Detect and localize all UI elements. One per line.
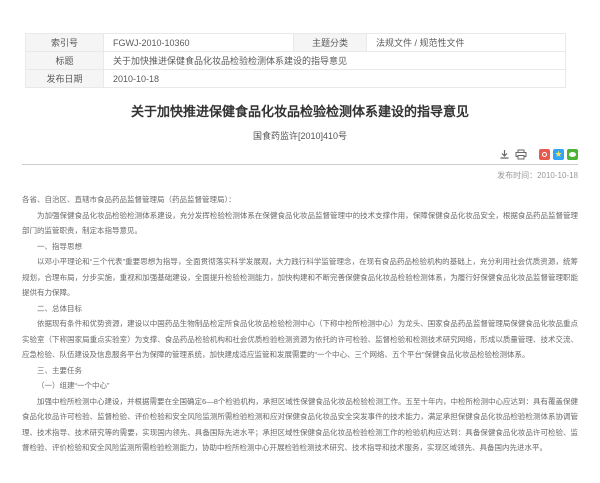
publish-time: 发布时间：2010-10-18: [22, 170, 578, 181]
subsection-heading: （一）组建“一个中心”: [22, 378, 578, 394]
share-buttons: ★: [539, 149, 578, 160]
qzone-star-glyph: ★: [554, 149, 562, 160]
table-row: 标题 关于加快推进保健食品化妆品检验检测体系建设的指导意见: [26, 52, 566, 70]
table-row: 发布日期 2010-10-18: [26, 70, 566, 88]
meta-label-category: 主题分类: [294, 34, 367, 52]
meta-value-title: 关于加快推进保健食品化妆品检验检测体系建设的指导意见: [104, 52, 566, 70]
weibo-share-icon[interactable]: [539, 149, 550, 160]
section-heading-3: 三、主要任务: [22, 363, 578, 379]
toolbar: ★: [22, 148, 578, 160]
meta-value-date: 2010-10-18: [104, 70, 566, 88]
meta-label-date: 发布日期: [26, 70, 104, 88]
body-paragraph: 依据现有条件和优势资源，建设以中国药品生物制品检定所食品化妆品检验检测中心（下称…: [22, 316, 578, 363]
printer-icon[interactable]: [515, 149, 527, 160]
document-page: 索引号 FGWJ-2010-10360 主题分类 法规文件 / 规范性文件 标题…: [0, 33, 600, 456]
meta-value-index: FGWJ-2010-10360: [104, 34, 294, 52]
wechat-share-icon[interactable]: [567, 149, 578, 160]
qzone-share-icon[interactable]: ★: [553, 149, 564, 160]
download-icon[interactable]: [499, 149, 510, 160]
table-row: 索引号 FGWJ-2010-10360 主题分类 法规文件 / 规范性文件: [26, 34, 566, 52]
body-paragraph: 加强中检所检测中心建设，并根据需要在全国确定6—8个检验机构，承担区域性保健食品…: [22, 394, 578, 456]
salutation-line: 各省、自治区、直辖市食品药品监督管理局（药品监督管理局）：: [22, 192, 578, 208]
metadata-table: 索引号 FGWJ-2010-10360 主题分类 法规文件 / 规范性文件 标题…: [25, 33, 566, 88]
meta-label-title: 标题: [26, 52, 104, 70]
document-body: 各省、自治区、直辖市食品药品监督管理局（药品监督管理局）： 为加强保健食品化妆品…: [22, 192, 578, 456]
document-number: 国食药监许[2010]410号: [22, 129, 578, 142]
header-divider: [22, 164, 578, 165]
meta-value-category: 法规文件 / 规范性文件: [367, 34, 566, 52]
body-paragraph: 以邓小平理论和“三个代表”重要思想为指导，全面贯彻落实科学发展观，大力践行科学监…: [22, 254, 578, 301]
section-heading-2: 二、总体目标: [22, 301, 578, 317]
weibo-eye-glyph: [542, 152, 547, 157]
meta-label-index: 索引号: [26, 34, 104, 52]
body-paragraph: 为加强保健食品化妆品检验检测体系建设，充分发挥检验检测体系在保健食品化妆品监督管…: [22, 208, 578, 239]
page-title: 关于加快推进保健食品化妆品检验检测体系建设的指导意见: [22, 101, 578, 120]
wechat-bubble-glyph: [569, 152, 576, 157]
section-heading-1: 一、指导思想: [22, 239, 578, 255]
